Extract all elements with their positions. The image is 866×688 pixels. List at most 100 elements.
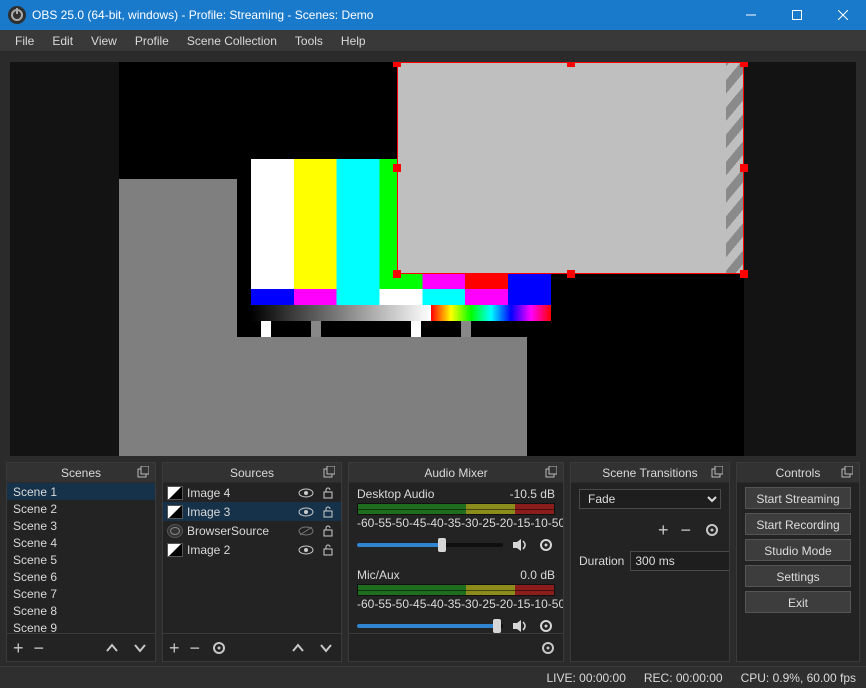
source-thumb <box>167 505 183 519</box>
remove-source-button[interactable]: − <box>190 639 201 657</box>
visibility-toggle[interactable] <box>297 525 315 537</box>
mixer-channel: Mic/Aux 0.0 dB -60-55-50-45-40-35-30-25-2… <box>349 564 563 633</box>
scenes-list[interactable]: Scene 1 Scene 2 Scene 3 Scene 4 Scene 5 … <box>7 483 155 633</box>
visibility-toggle[interactable] <box>297 506 315 518</box>
source-row[interactable]: Image 4 <box>163 483 341 502</box>
source-thumb <box>167 543 183 557</box>
volume-slider[interactable] <box>357 624 503 628</box>
mixer-channel: Desktop Audio -10.5 dB -60-55-50-45-40-35… <box>349 483 563 564</box>
transition-settings-button[interactable] <box>703 521 721 539</box>
meter-ticks: -60-55-50-45-40-35-30-25-20-15-10-50 <box>357 516 555 530</box>
scene-row[interactable]: Scene 7 <box>7 585 155 602</box>
start-streaming-button[interactable]: Start Streaming <box>745 487 851 509</box>
move-down-button[interactable] <box>317 639 335 657</box>
preview-canvas[interactable] <box>119 62 744 456</box>
mute-button[interactable] <box>511 536 529 554</box>
visibility-toggle[interactable] <box>297 544 315 556</box>
controls-title: Controls <box>776 466 821 480</box>
menu-help[interactable]: Help <box>332 31 375 51</box>
scene-row[interactable]: Scene 3 <box>7 517 155 534</box>
lock-toggle[interactable] <box>319 525 337 537</box>
remove-scene-button[interactable]: − <box>34 639 45 657</box>
transitions-title: Scene Transitions <box>602 466 697 480</box>
controls-panel: Controls Start Streaming Start Recording… <box>736 462 860 662</box>
scene-row[interactable]: Scene 9 <box>7 619 155 633</box>
menu-edit[interactable]: Edit <box>43 31 82 51</box>
level-meter <box>357 503 555 515</box>
sources-title: Sources <box>230 466 274 480</box>
add-transition-button[interactable]: + <box>658 521 669 539</box>
status-rec: REC: 00:00:00 <box>644 671 723 685</box>
preview-area[interactable] <box>10 62 856 456</box>
scene-row[interactable]: Scene 1 <box>7 483 155 500</box>
lock-toggle[interactable] <box>319 487 337 499</box>
channel-db: 0.0 dB <box>520 568 555 582</box>
status-bar: LIVE: 00:00:00 REC: 00:00:00 CPU: 0.9%, … <box>0 666 866 688</box>
volume-slider[interactable] <box>357 543 503 547</box>
source-row[interactable]: Image 3 <box>163 502 341 521</box>
scene-row[interactable]: Scene 2 <box>7 500 155 517</box>
status-live: LIVE: 00:00:00 <box>546 671 625 685</box>
meter-ticks: -60-55-50-45-40-35-30-25-20-15-10-50 <box>357 597 555 611</box>
add-source-button[interactable]: + <box>169 639 180 657</box>
popout-icon[interactable] <box>137 466 151 480</box>
start-recording-button[interactable]: Start Recording <box>745 513 851 535</box>
scenes-title: Scenes <box>61 466 101 480</box>
channel-settings-button[interactable] <box>537 617 555 633</box>
move-down-button[interactable] <box>131 639 149 657</box>
menu-view[interactable]: View <box>82 31 126 51</box>
scene-row[interactable]: Scene 6 <box>7 568 155 585</box>
channel-name: Desktop Audio <box>357 487 434 501</box>
channel-settings-button[interactable] <box>537 536 555 554</box>
channel-db: -10.5 dB <box>510 487 555 501</box>
maximize-button[interactable] <box>774 0 820 30</box>
popout-icon[interactable] <box>841 466 855 480</box>
titlebar: OBS 25.0 (64-bit, windows) - Profile: St… <box>0 0 866 30</box>
mute-button[interactable] <box>511 617 529 633</box>
lock-toggle[interactable] <box>319 544 337 556</box>
studio-mode-button[interactable]: Studio Mode <box>745 539 851 561</box>
scene-row[interactable]: Scene 5 <box>7 551 155 568</box>
duration-input[interactable] <box>630 551 729 571</box>
menu-scene-collection[interactable]: Scene Collection <box>178 31 286 51</box>
duration-label: Duration <box>579 554 624 568</box>
scene-row[interactable]: Scene 4 <box>7 534 155 551</box>
sources-list[interactable]: Image 4 Image 3 BrowserSource Image 2 <box>163 483 341 633</box>
selection-outline[interactable] <box>397 62 744 274</box>
scenes-panel: Scenes Scene 1 Scene 2 Scene 3 Scene 4 S… <box>6 462 156 662</box>
level-meter <box>357 584 555 596</box>
source-thumb <box>167 524 183 538</box>
channel-name: Mic/Aux <box>357 568 400 582</box>
lock-toggle[interactable] <box>319 506 337 518</box>
menubar: File Edit View Profile Scene Collection … <box>0 30 866 52</box>
source-thumb <box>167 486 183 500</box>
audio-mixer-panel: Audio Mixer Desktop Audio -10.5 dB -60-55… <box>348 462 564 662</box>
menu-profile[interactable]: Profile <box>126 31 178 51</box>
transitions-panel: Scene Transitions Fade + − Duration <box>570 462 730 662</box>
scene-row[interactable]: Scene 8 <box>7 602 155 619</box>
app-icon <box>8 6 26 24</box>
source-properties-button[interactable] <box>210 639 228 657</box>
source-row[interactable]: Image 2 <box>163 540 341 559</box>
visibility-toggle[interactable] <box>297 487 315 499</box>
mixer-title: Audio Mixer <box>424 466 487 480</box>
menu-file[interactable]: File <box>6 31 43 51</box>
popout-icon[interactable] <box>545 466 559 480</box>
minimize-button[interactable] <box>728 0 774 30</box>
mixer-settings-button[interactable] <box>539 639 557 657</box>
move-up-button[interactable] <box>103 639 121 657</box>
popout-icon[interactable] <box>711 466 725 480</box>
exit-button[interactable]: Exit <box>745 591 851 613</box>
transition-select[interactable]: Fade <box>579 489 721 509</box>
status-cpu: CPU: 0.9%, 60.00 fps <box>741 671 856 685</box>
menu-tools[interactable]: Tools <box>286 31 332 51</box>
settings-button[interactable]: Settings <box>745 565 851 587</box>
window-title: OBS 25.0 (64-bit, windows) - Profile: St… <box>32 8 373 22</box>
popout-icon[interactable] <box>323 466 337 480</box>
remove-transition-button[interactable]: − <box>680 521 691 539</box>
source-row[interactable]: BrowserSource <box>163 521 341 540</box>
sources-panel: Sources Image 4 Image 3 BrowserSource <box>162 462 342 662</box>
add-scene-button[interactable]: + <box>13 639 24 657</box>
close-button[interactable] <box>820 0 866 30</box>
move-up-button[interactable] <box>289 639 307 657</box>
